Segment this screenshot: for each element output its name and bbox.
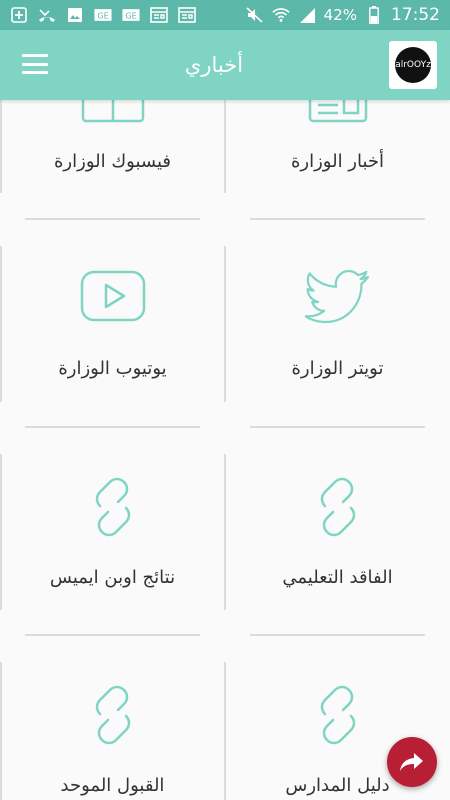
link-icon <box>0 474 225 540</box>
tile-ministry-youtube[interactable]: يوتيوب الوزارة <box>0 246 225 402</box>
tile-label: تويتر الوزارة <box>291 358 384 379</box>
ge-icon: GE <box>94 7 112 23</box>
battery-icon <box>365 6 383 24</box>
signal-icon <box>298 7 316 23</box>
services-grid: أخبار الوزارة فيسبوك الوزارة تويتر الوزا… <box>0 100 450 800</box>
tile-ministry-facebook[interactable]: فيسبوك الوزارة <box>0 100 225 201</box>
divider <box>0 100 2 193</box>
tile-ministry-twitter[interactable]: تويتر الوزارة <box>225 246 450 402</box>
add-icon <box>10 7 28 23</box>
twitter-bird-icon <box>225 270 450 326</box>
logo-text: alrOOYz <box>395 47 431 83</box>
divider <box>0 662 2 800</box>
divider <box>25 634 200 636</box>
battery-percent: 42% <box>323 6 357 24</box>
mute-icon <box>246 7 264 23</box>
share-button[interactable] <box>387 737 437 787</box>
app-logo[interactable]: alrOOYz <box>389 41 437 89</box>
app-bar: أخباري alrOOYz <box>0 30 450 100</box>
tile-label: القبول الموحد <box>60 775 165 796</box>
tile-ministry-news[interactable]: أخبار الوزارة <box>225 100 450 201</box>
missed-call-icon <box>38 7 56 23</box>
divider <box>0 246 2 402</box>
news-icon <box>178 7 196 23</box>
svg-text:GE: GE <box>97 11 108 21</box>
forward-arrow-icon <box>400 753 423 771</box>
status-bar: GE GE 42% 17:52 <box>0 0 450 30</box>
grid-icon <box>0 100 225 123</box>
tile-label: فيسبوك الوزارة <box>54 151 171 172</box>
tile-unified-admission[interactable]: القبول الموحد <box>0 662 225 800</box>
tile-educational-loss[interactable]: الفاقد التعليمي <box>225 454 450 610</box>
tile-label: الفاقد التعليمي <box>282 567 393 588</box>
divider <box>25 218 200 220</box>
divider <box>0 454 2 610</box>
svg-text:GE: GE <box>125 11 136 21</box>
divider <box>224 662 226 800</box>
status-time: 17:52 <box>391 5 440 25</box>
link-icon <box>225 474 450 540</box>
ge-icon: GE <box>122 7 140 23</box>
page-title: أخباري <box>184 53 244 77</box>
link-icon <box>0 682 225 748</box>
tile-label: يوتيوب الوزارة <box>58 358 167 379</box>
divider <box>250 634 425 636</box>
divider <box>224 100 226 193</box>
divider <box>224 454 226 610</box>
news-icon <box>150 7 168 23</box>
tile-openemis-results[interactable]: نتائج اوبن ايميس <box>0 454 225 610</box>
divider <box>25 426 200 428</box>
youtube-play-icon <box>0 270 225 322</box>
tile-label: أخبار الوزارة <box>290 151 385 172</box>
tile-label: نتائج اوبن ايميس <box>49 567 176 588</box>
image-icon <box>66 7 84 23</box>
newspaper-icon <box>225 100 450 123</box>
divider <box>250 218 425 220</box>
divider <box>224 246 226 402</box>
divider <box>250 426 425 428</box>
wifi-icon <box>271 7 290 23</box>
